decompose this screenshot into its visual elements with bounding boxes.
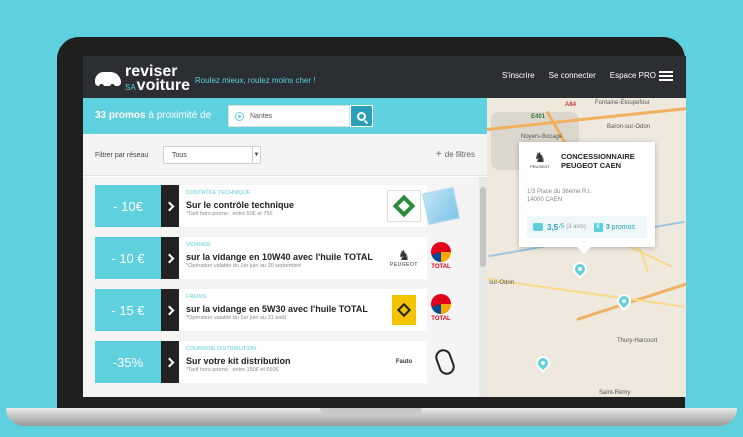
discount-badge: - 10€ — [95, 185, 161, 227]
chevron-right-icon[interactable] — [161, 289, 179, 331]
network-select[interactable]: Tous ▼ — [163, 146, 261, 164]
promo-title: Sur votre kit distribution — [186, 356, 291, 366]
map-label: Saint-Rémy — [599, 390, 631, 396]
dealer-address: 1/3 Place du 36ème R.I. 14000 CAEN — [527, 189, 592, 203]
controle-technique-logo — [387, 190, 421, 222]
promo-row[interactable]: - 10 € VIDANGE sur la vidange en 10W40 a… — [95, 237, 451, 279]
pro-space-link[interactable]: Espace PRO — [610, 71, 656, 80]
promo-title: Sur le contrôle technique — [186, 200, 295, 210]
promo-note: *Tarif hors promo : entre 150€ et 650€ — [186, 367, 279, 373]
search-button[interactable] — [350, 105, 373, 127]
road-number-label: A84 — [565, 102, 577, 108]
promo-note: *Tarif hors promo : entre 50€ et 75€ — [186, 211, 273, 217]
fauto-logo: Fauto — [395, 359, 413, 365]
location-pin-icon — [235, 111, 244, 121]
road-number-label: E401 — [531, 114, 546, 120]
map-pin-icon[interactable] — [570, 259, 590, 279]
promo-category: COURROIE DISTRIBUTION — [186, 346, 256, 352]
map-label: Fontaine-Étoupefour — [595, 100, 650, 106]
discount-badge: - 15 € — [95, 289, 161, 331]
promo-category: CONTRÔLE TECHNIQUE — [186, 190, 251, 196]
promo-title: sur la vidange en 5W30 avec l'huile TOTA… — [186, 304, 368, 314]
total-logo: TOTAL — [425, 242, 457, 274]
map-label: Baron-sur-Odon — [607, 124, 651, 130]
discount-badge: -35% — [95, 341, 161, 383]
filter-bar: Filtrer par réseau Tous ▼ + de filtres — [83, 134, 487, 176]
list-scrollbar[interactable] — [479, 177, 487, 397]
promo-row[interactable]: - 15 € FREINS sur la vidange en 5W30 ave… — [95, 289, 451, 331]
filter-label: Filtrer par réseau — [95, 152, 149, 159]
promo-list: - 10€ CONTRÔLE TECHNIQUE Sur le contrôle… — [83, 177, 487, 397]
search-icon — [357, 111, 366, 121]
login-link[interactable]: Se connecter — [549, 71, 596, 80]
map-label: sur-Odon — [489, 280, 515, 286]
top-nav: S'inscrire Se connecter Espace PRO — [502, 71, 656, 80]
chevron-right-icon[interactable] — [161, 341, 179, 383]
plus-icon: + — [435, 149, 442, 160]
promo-title: sur la vidange en 10W40 avec l'huile TOT… — [186, 252, 373, 262]
map-label: Thury-Harcourt — [617, 338, 658, 344]
timing-belt-image — [429, 346, 461, 378]
total-logo: TOTAL — [425, 294, 457, 326]
location-value: Nantes — [250, 112, 273, 120]
rating-max: /5 — [559, 224, 565, 230]
dealer-stats: 3,5 /5 (3 avis) € 3 promos — [527, 216, 647, 238]
search-bar: 33 promos à proximité de Nantes — [83, 98, 487, 134]
peugeot-logo: ♞ PEUGEOT — [390, 247, 418, 268]
promo-count: 33 promos à proximité de — [95, 110, 212, 121]
promo-category: VIDANGE — [186, 242, 211, 248]
site-header: reviser SAvoiture Roulez mieux, roulez m… — [83, 56, 686, 98]
review-count[interactable]: (3 avis) — [566, 224, 586, 230]
lion-icon: ♞ — [397, 247, 411, 263]
promo-note: *Opération valable du 1er juin au 30 sep… — [186, 263, 302, 269]
peugeot-logo: ♞ PEUGEOT — [530, 149, 550, 169]
discount-card-image — [422, 187, 460, 225]
renault-logo — [387, 294, 421, 326]
laptop-notch — [320, 408, 422, 414]
promo-row[interactable]: - 10€ CONTRÔLE TECHNIQUE Sur le contrôle… — [95, 185, 460, 227]
rating-value: 3,5 — [547, 222, 559, 232]
promo-row[interactable]: -35% COURROIE DISTRIBUTION Sur votre kit… — [95, 341, 457, 383]
chevron-right-icon[interactable] — [161, 237, 179, 279]
promo-category: FREINS — [186, 294, 207, 300]
review-icon — [533, 223, 543, 231]
signup-link[interactable]: S'inscrire — [502, 71, 535, 80]
promo-count-label[interactable]: 3 promos — [606, 224, 635, 231]
map-label: Noyers-Bocage — [521, 134, 563, 140]
dealer-popup[interactable]: ♞ PEUGEOT CONCESSIONNAIRE PEUGEOT CAEN 1… — [519, 142, 655, 254]
more-filters-button[interactable]: + de filtres — [436, 149, 475, 160]
discount-badge: - 10 € — [95, 237, 161, 279]
logo-line2: voiture — [136, 76, 191, 94]
menu-icon[interactable] — [659, 71, 673, 81]
chevron-right-icon[interactable] — [161, 185, 179, 227]
logo-sa: SA — [125, 82, 136, 92]
screen: reviser SAvoiture Roulez mieux, roulez m… — [83, 56, 686, 397]
dealer-name: CONCESSIONNAIRE PEUGEOT CAEN — [561, 152, 635, 171]
lion-icon: ♞ — [533, 149, 547, 165]
tagline: Roulez mieux, roulez moins cher ! — [195, 76, 316, 85]
map-pin-icon[interactable] — [533, 353, 553, 373]
location-input[interactable]: Nantes — [228, 105, 350, 127]
logo[interactable]: reviser SAvoiture — [95, 64, 191, 94]
chevron-down-icon: ▼ — [252, 147, 260, 163]
network-select-value: Tous — [172, 152, 187, 159]
promo-note: *Opération valable du 1er juin au 31 aoû… — [186, 315, 286, 321]
car-icon — [95, 71, 121, 89]
euro-icon: € — [593, 222, 603, 232]
